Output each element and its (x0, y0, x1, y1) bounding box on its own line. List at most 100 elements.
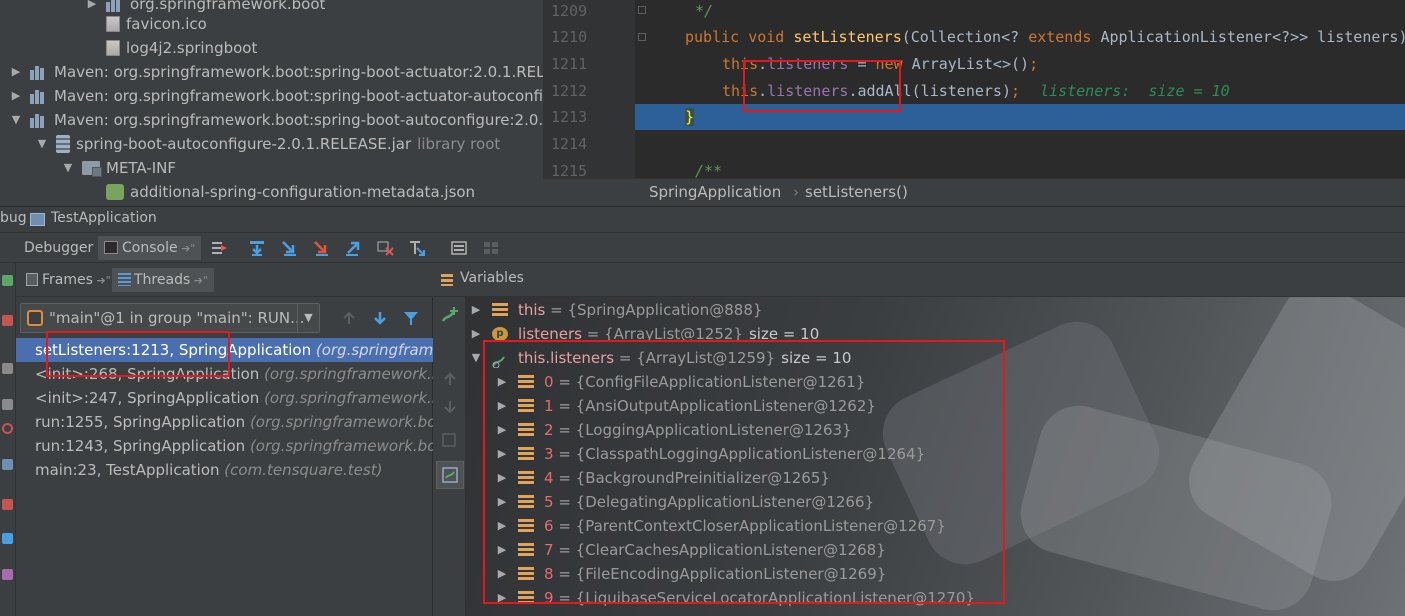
chevron-down-icon[interactable]: ▼ (297, 304, 319, 332)
tree-node-label: Maven: org.springframework.boot:spring-b… (54, 63, 543, 81)
tree-node-label: additional-spring-configuration-metadata… (130, 183, 476, 201)
tree-node-label: Maven: org.springframework.boot:spring-b… (54, 111, 543, 129)
expand-arrow-down-icon[interactable]: ▼ (470, 346, 482, 370)
expand-arrow-right-icon[interactable]: ▶ (10, 60, 22, 84)
layout-icon[interactable] (2, 569, 13, 580)
move-watch-down-icon[interactable] (440, 397, 460, 417)
tree-node[interactable]: ▶ Maven: org.springframework.boot:spring-… (12, 84, 543, 108)
get-thread-dump-icon[interactable] (2, 459, 13, 470)
tab-console[interactable]: Console ➔" (98, 236, 202, 260)
tab-debugger[interactable]: Debugger (18, 236, 99, 260)
tab-threads-label: Threads (134, 272, 191, 288)
breadcrumb-class[interactable]: SpringApplication (649, 183, 781, 201)
move-up-icon[interactable] (340, 309, 358, 327)
force-step-into-icon[interactable] (312, 239, 330, 257)
tree-node-suffix: library root (417, 135, 501, 153)
stack-frame-package: (org.springframework.boot) (315, 341, 433, 359)
stack-frame-package: (org.springframework.boot) (249, 437, 433, 455)
code-text: ApplicationListener<?>> listeners) (1100, 28, 1405, 46)
watches-icon (442, 467, 458, 483)
move-down-icon[interactable] (371, 309, 389, 327)
pin-icon: ➔" (177, 242, 196, 255)
breadcrumb-method[interactable]: setListeners() (805, 183, 908, 201)
tree-node-label: META-INF (106, 159, 177, 177)
fold-marker-icon[interactable] (638, 6, 646, 14)
tree-node-label: Maven: org.springframework.boot:spring-b… (54, 87, 543, 105)
code-editor[interactable]: 1209 1210 1211 1212 1213 1214 1215 */ pu… (543, 0, 1405, 178)
stack-frame-row[interactable]: run:1243, SpringApplication (org.springf… (16, 434, 433, 458)
step-over-icon[interactable] (248, 239, 266, 257)
tree-node[interactable]: ▼ Maven: org.springframework.boot:spring-… (12, 108, 543, 132)
step-into-icon[interactable] (280, 239, 298, 257)
move-watch-up-icon[interactable] (440, 369, 460, 389)
stack-frame-row[interactable]: main:23, TestApplication (com.tensquare.… (16, 458, 433, 482)
pin-icon: ➔" (190, 274, 209, 287)
thread-selector-dropdown[interactable]: "main"@1 in group "main": RUN... ▼ (20, 303, 320, 333)
stack-frame-package: (com.tensquare.test) (224, 461, 383, 479)
expand-arrow-down-icon[interactable]: ▼ (62, 156, 74, 180)
new-watch-icon[interactable] (440, 305, 460, 325)
stack-frame-row[interactable]: run:1255, SpringApplication (org.springf… (16, 410, 433, 434)
variables-icon (441, 274, 453, 286)
tab-console-label: Console (122, 240, 178, 256)
line-number: 1213 (551, 108, 588, 126)
fold-marker-icon[interactable] (638, 33, 646, 41)
json-file-icon (106, 184, 124, 200)
parameter-icon: p (492, 327, 508, 341)
breadcrumb: SpringApplication › setListeners() (543, 178, 1405, 206)
pause-icon[interactable] (2, 363, 13, 374)
show-watches-toggle[interactable] (436, 461, 464, 489)
pin-tab-icon[interactable] (2, 533, 13, 544)
tree-node[interactable]: favicon.ico (106, 12, 207, 36)
code-text: ; (1011, 82, 1021, 100)
tab-frames[interactable]: Frames ➔" (20, 268, 117, 292)
duplicate-watch-icon[interactable] (440, 429, 460, 449)
code-closing-brace: } (685, 104, 695, 131)
settings-icon[interactable] (2, 499, 13, 510)
tree-node[interactable]: log4j2.springboot (106, 36, 257, 60)
evaluate-expression-icon[interactable] (450, 239, 468, 257)
drop-frame-icon[interactable] (376, 239, 394, 257)
library-icon (30, 64, 48, 80)
tree-node[interactable]: additional-spring-configuration-metadata… (106, 180, 475, 204)
stack-frame-package: (org.springframework.boot) (249, 413, 433, 431)
library-icon (30, 88, 48, 104)
resume-icon[interactable] (2, 275, 13, 286)
tree-node-label: log4j2.springboot (126, 39, 258, 57)
project-tree: ▶ org.springframework.boot favicon.ico log4… (0, 0, 543, 206)
filter-icon[interactable] (402, 309, 420, 327)
tree-node[interactable]: ▶ Maven: org.springframework.boot:spring-… (12, 60, 543, 84)
mute-breakpoints-icon[interactable] (2, 423, 13, 434)
show-execution-point-icon[interactable] (210, 239, 228, 257)
stack-frame-row[interactable]: <init>:247, SpringApplication (org.sprin… (16, 386, 433, 410)
debug-title-label: bug (0, 210, 27, 226)
equals-sign: = (545, 301, 568, 319)
line-number: 1212 (551, 82, 588, 100)
jar-icon (56, 135, 70, 153)
expand-arrow-down-icon[interactable]: ▼ (36, 132, 48, 156)
variables-side-toolbar (433, 297, 466, 616)
variable-value: {SpringApplication@888} (567, 301, 763, 319)
stack-frame-method: <init>:247, SpringApplication (35, 389, 260, 407)
expand-arrow-right-icon[interactable]: ▶ (10, 84, 22, 108)
expand-arrow-right-icon[interactable]: ▶ (470, 298, 482, 322)
variable-row[interactable]: ▶ this = {SpringApplication@888} (470, 298, 763, 322)
expand-arrow-down-icon[interactable]: ▼ (10, 108, 22, 132)
run-to-cursor-icon[interactable] (408, 239, 426, 257)
tab-frames-label: Frames (42, 272, 93, 288)
stop-icon[interactable] (2, 315, 13, 326)
inline-debug-value: listeners: size = 10 (1040, 82, 1230, 100)
expand-arrow-right-icon[interactable]: ▶ (470, 322, 482, 346)
debug-side-toolbar (0, 263, 16, 616)
run-config-name[interactable]: TestApplication (51, 210, 157, 226)
trace-current-stream-icon[interactable] (482, 239, 500, 257)
tree-node[interactable]: ▼ spring-boot-autoconfigure-2.0.1.RELEASE… (38, 132, 501, 156)
method-name: setListeners (793, 28, 902, 46)
breadcrumb-separator-icon: › (793, 183, 799, 201)
tree-node[interactable]: ▼ META-INF (64, 156, 177, 180)
step-out-icon[interactable] (344, 239, 362, 257)
expand-arrow-right-icon[interactable]: ▶ (86, 0, 98, 16)
code-comment-start: /** (695, 162, 723, 178)
view-breakpoints-icon[interactable] (2, 399, 13, 410)
tab-threads[interactable]: Threads ➔" (112, 268, 215, 292)
